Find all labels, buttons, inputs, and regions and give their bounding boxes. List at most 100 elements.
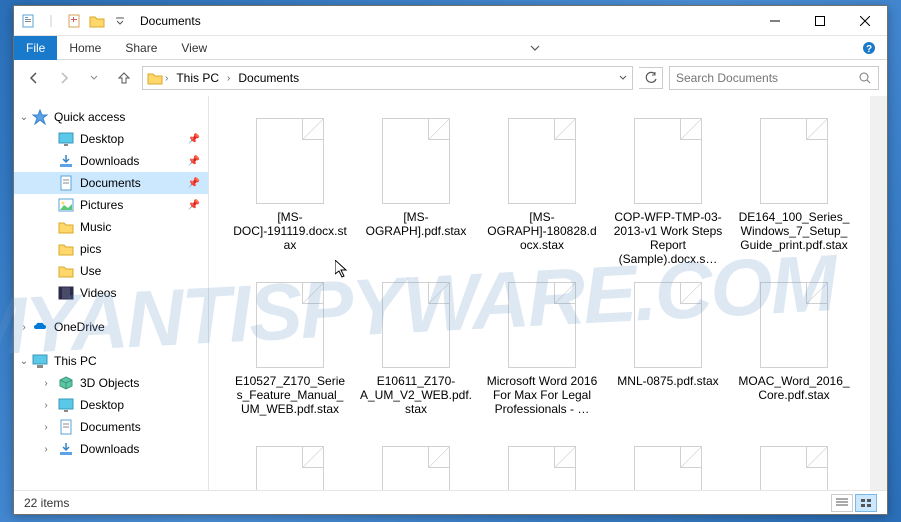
documents-icon: [58, 419, 74, 435]
3d-objects-icon: [58, 375, 74, 391]
file-name: E10527_Z170_Series_Feature_Manual_UM_WEB…: [231, 374, 349, 416]
details-view-button[interactable]: [831, 494, 853, 512]
file-tile[interactable]: [353, 436, 479, 490]
file-tile[interactable]: COP-WFP-TMP-03-2013-v1 Work Steps Report…: [605, 108, 731, 272]
explorer-window: Documents File Home Share View ? › This …: [13, 5, 888, 515]
breadcrumb-dropdown-icon[interactable]: [618, 73, 628, 83]
file-tile[interactable]: [MS-OGRAPH]-180828.docx.stax: [479, 108, 605, 272]
tree-desktop2[interactable]: › Desktop: [14, 394, 208, 416]
icons-view-button[interactable]: [855, 494, 877, 512]
file-tile[interactable]: E10611_Z170-A_UM_V2_WEB.pdf.stax: [353, 272, 479, 436]
file-tile[interactable]: MOAC_Word_2016_Core.pdf.stax: [731, 272, 857, 436]
documents-icon: [58, 175, 74, 191]
chevron-right-icon[interactable]: ›: [18, 322, 30, 333]
chevron-down-icon[interactable]: ⌄: [18, 356, 30, 367]
tree-pics[interactable]: pics: [14, 238, 208, 260]
file-name: [MS-DOC]-191119.docx.stax: [231, 210, 349, 252]
search-box[interactable]: [669, 66, 879, 90]
minimize-button[interactable]: [752, 6, 797, 35]
search-icon[interactable]: [858, 71, 872, 85]
forward-button[interactable]: [52, 66, 76, 90]
tree-label: Downloads: [80, 442, 139, 456]
file-tile[interactable]: MNL-0875.pdf.stax: [605, 272, 731, 436]
file-tile[interactable]: [605, 436, 731, 490]
tree-downloads2[interactable]: › Downloads: [14, 438, 208, 460]
tree-pictures[interactable]: Pictures📌: [14, 194, 208, 216]
breadcrumb-documents[interactable]: Documents: [232, 67, 305, 89]
file-tile[interactable]: Microsoft Word 2016 For Max For Legal Pr…: [479, 272, 605, 436]
tree-videos[interactable]: Videos: [14, 282, 208, 304]
scrollbar[interactable]: [870, 96, 887, 490]
tab-view[interactable]: View: [169, 36, 219, 60]
ribbon-expand-icon[interactable]: [523, 36, 547, 60]
file-tile[interactable]: [479, 436, 605, 490]
tree-label: Use: [80, 264, 101, 278]
tree-use[interactable]: Use: [14, 260, 208, 282]
file-name: MNL-0875.pdf.stax: [615, 374, 720, 388]
new-folder-icon[interactable]: [64, 11, 84, 31]
close-button[interactable]: [842, 6, 887, 35]
tree-downloads[interactable]: Downloads📌: [14, 150, 208, 172]
tree-3d-objects[interactable]: ›3D Objects: [14, 372, 208, 394]
tab-home[interactable]: Home: [57, 36, 113, 60]
chevron-right-icon[interactable]: ›: [40, 400, 52, 411]
window-controls: [752, 6, 887, 35]
tree-label: Desktop: [80, 398, 124, 412]
file-tile[interactable]: [731, 436, 857, 490]
chevron-right-icon[interactable]: ›: [40, 422, 52, 433]
chevron-right-icon[interactable]: ›: [227, 73, 230, 84]
address-bar: › This PC › Documents: [14, 60, 887, 96]
thispc-icon: [32, 353, 48, 369]
status-bar: 22 items: [14, 490, 887, 514]
tree-label: Desktop: [80, 132, 124, 146]
tree-documents2[interactable]: ›Documents: [14, 416, 208, 438]
view-buttons: [831, 494, 877, 512]
tree-thispc[interactable]: ⌄This PC: [14, 350, 208, 372]
breadcrumb[interactable]: › This PC › Documents: [142, 66, 633, 90]
ribbon-tabs: File Home Share View ?: [14, 36, 887, 60]
file-tile[interactable]: [MS-DOC]-191119.docx.stax: [227, 108, 353, 272]
back-button[interactable]: [22, 66, 46, 90]
quick-access-toolbar: [14, 11, 134, 31]
tree-music[interactable]: Music: [14, 216, 208, 238]
refresh-button[interactable]: [639, 67, 663, 89]
maximize-button[interactable]: [797, 6, 842, 35]
file-tile[interactable]: [MS-OGRAPH].pdf.stax: [353, 108, 479, 272]
breadcrumb-thispc[interactable]: This PC: [170, 67, 225, 89]
tree-onedrive[interactable]: ›OneDrive: [14, 316, 208, 338]
tree-quick-access[interactable]: ⌄Quick access: [14, 106, 208, 128]
chevron-right-icon[interactable]: ›: [40, 444, 52, 455]
file-list[interactable]: [MS-DOC]-191119.docx.stax[MS-OGRAPH].pdf…: [209, 96, 870, 490]
chevron-right-icon[interactable]: ›: [40, 378, 52, 389]
window-title: Documents: [140, 14, 201, 28]
downloads-icon: [58, 441, 74, 457]
properties-icon[interactable]: [18, 11, 38, 31]
recent-dropdown-icon[interactable]: [82, 66, 106, 90]
search-input[interactable]: [676, 71, 858, 85]
file-tile[interactable]: E10527_Z170_Series_Feature_Manual_UM_WEB…: [227, 272, 353, 436]
navigation-tree[interactable]: ⌄Quick access Desktop📌 Downloads📌 Docume…: [14, 96, 209, 490]
folder-icon: [58, 219, 74, 235]
chevron-right-icon[interactable]: ›: [165, 73, 168, 84]
folder-icon[interactable]: [87, 11, 107, 31]
file-tile[interactable]: [227, 436, 353, 490]
chevron-down-icon[interactable]: ⌄: [18, 112, 30, 123]
tree-label: pics: [80, 242, 101, 256]
tree-documents[interactable]: Documents📌: [14, 172, 208, 194]
qat-dropdown-icon[interactable]: [110, 11, 130, 31]
file-icon: [760, 282, 828, 368]
tab-file[interactable]: File: [14, 36, 57, 60]
tree-desktop[interactable]: Desktop📌: [14, 128, 208, 150]
file-tile[interactable]: DE164_100_Series_Windows_7_Setup_Guide_p…: [731, 108, 857, 272]
titlebar: Documents: [14, 6, 887, 36]
help-icon[interactable]: ?: [857, 36, 881, 60]
file-name: DE164_100_Series_Windows_7_Setup_Guide_p…: [735, 210, 853, 252]
downloads-icon: [58, 153, 74, 169]
tab-share[interactable]: Share: [113, 36, 169, 60]
file-icon: [508, 282, 576, 368]
videos-icon: [58, 285, 74, 301]
up-button[interactable]: [112, 66, 136, 90]
desktop-icon: [58, 131, 74, 147]
file-name: E10611_Z170-A_UM_V2_WEB.pdf.stax: [357, 374, 475, 416]
file-icon: [256, 282, 324, 368]
